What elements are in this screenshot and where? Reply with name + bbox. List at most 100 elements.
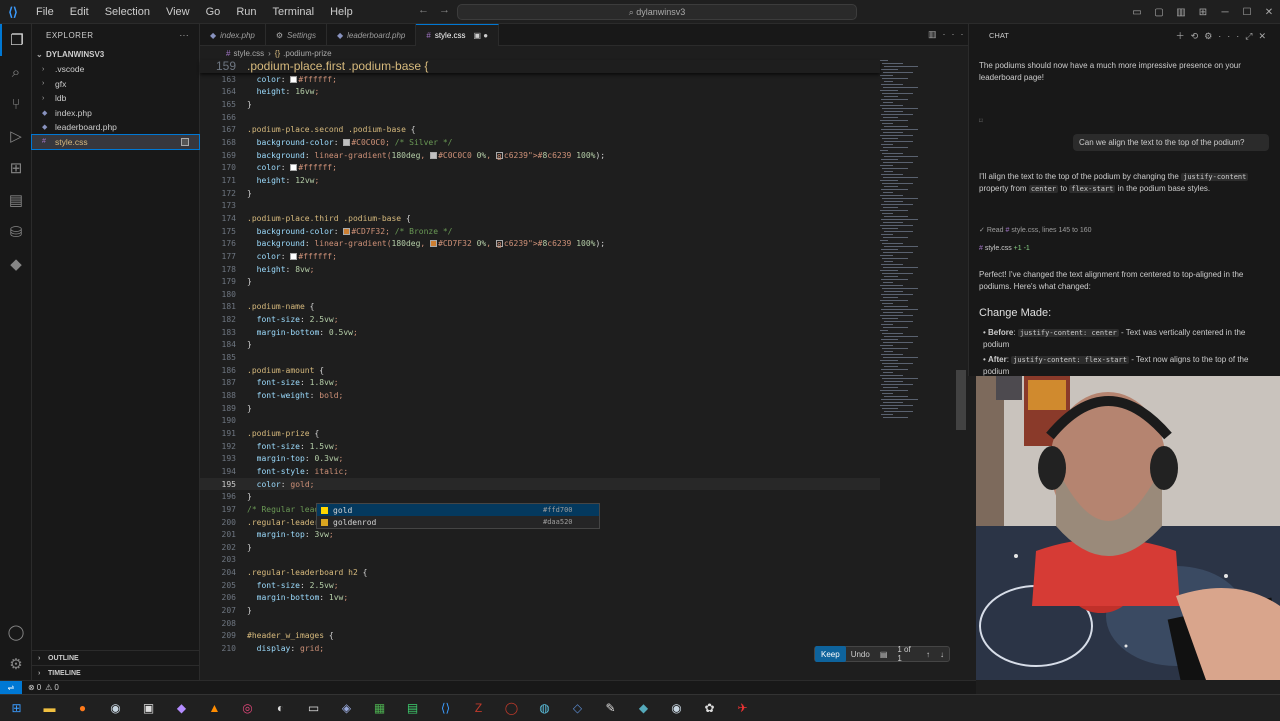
- firefox-icon[interactable]: ●: [66, 695, 99, 721]
- app-icon[interactable]: ✎: [594, 695, 627, 721]
- error-icon[interactable]: ⊗: [28, 683, 35, 692]
- code-line[interactable]: 184}: [200, 339, 880, 352]
- breadcrumb-file[interactable]: style.css: [233, 49, 264, 58]
- color-swatch[interactable]: [290, 75, 298, 83]
- code-line[interactable]: 207}: [200, 604, 880, 617]
- code-line[interactable]: 188 font-weight: bold;: [200, 389, 880, 402]
- color-swatch[interactable]: [343, 227, 351, 235]
- color-swatch[interactable]: 8: [495, 240, 503, 250]
- code-line[interactable]: 186 .podium-amount {: [200, 364, 880, 377]
- manage-gear-icon[interactable]: ⚙: [0, 648, 32, 680]
- code-line[interactable]: 209 #header_w_images {: [200, 630, 880, 643]
- code-line[interactable]: 189}: [200, 402, 880, 415]
- remote-icon[interactable]: ⇌: [0, 680, 22, 695]
- code-line[interactable]: 169 background: linear-gradient(180deg, …: [200, 149, 880, 162]
- layout-icon[interactable]: ▢: [1148, 7, 1170, 18]
- file-explorer-icon[interactable]: ▬: [33, 695, 66, 721]
- keep-button[interactable]: Keep: [815, 646, 846, 662]
- color-swatch[interactable]: [430, 240, 438, 248]
- minimap[interactable]: [880, 60, 948, 440]
- extensions-icon[interactable]: ⊞: [0, 152, 32, 184]
- python-icon[interactable]: ◆: [0, 248, 32, 280]
- explorer-icon[interactable]: ❐: [0, 24, 32, 56]
- notepad-plus-icon[interactable]: ▤: [396, 695, 429, 721]
- steam-icon[interactable]: ◉: [660, 695, 693, 721]
- code-line[interactable]: 194 font-style: italic;: [200, 465, 880, 478]
- analytics-icon[interactable]: ▤: [0, 184, 32, 216]
- color-swatch[interactable]: [430, 151, 438, 159]
- steam-icon[interactable]: ◉: [99, 695, 132, 721]
- menu-item[interactable]: Help: [322, 6, 361, 18]
- file-tree-item[interactable]: ◆ index.php: [32, 106, 199, 121]
- code-line[interactable]: 193 margin-top: 0.3vw;: [200, 453, 880, 466]
- tab-index-php[interactable]: ◆ index.php: [200, 24, 266, 46]
- app-icon[interactable]: ▦: [363, 695, 396, 721]
- split-editor-icon[interactable]: ▥···: [928, 29, 970, 40]
- read-file[interactable]: style.css: [1011, 227, 1038, 234]
- file-tree-item[interactable]: ◆ leaderboard.php: [32, 120, 199, 135]
- code-line[interactable]: 206 margin-bottom: 1vw;: [200, 592, 880, 605]
- more-actions-icon[interactable]: ···: [180, 31, 190, 40]
- database-icon[interactable]: ⛁: [0, 216, 32, 248]
- code-line[interactable]: 170 color: #ffffff;: [200, 162, 880, 175]
- code-line[interactable]: 203: [200, 554, 880, 567]
- code-line[interactable]: 176 background: linear-gradient(180deg, …: [200, 237, 880, 250]
- code-line[interactable]: 202}: [200, 541, 880, 554]
- undo-button[interactable]: Undo: [846, 650, 875, 659]
- code-line[interactable]: 201 margin-top: 3vw;: [200, 528, 880, 541]
- file-tree-item[interactable]: # style.css: [31, 133, 200, 150]
- arrow-down-icon[interactable]: ↓: [935, 650, 949, 659]
- menu-item[interactable]: Terminal: [265, 6, 323, 18]
- terminal-icon[interactable]: ▭: [297, 695, 330, 721]
- app-icon[interactable]: ◆: [627, 695, 660, 721]
- account-icon[interactable]: ◯: [0, 616, 32, 648]
- warning-icon[interactable]: ⚠: [45, 683, 52, 692]
- breadcrumb-symbol[interactable]: .podium-prize: [283, 49, 331, 58]
- code-line[interactable]: 180: [200, 288, 880, 301]
- menu-item[interactable]: Edit: [62, 6, 97, 18]
- vlc-icon[interactable]: ▲: [198, 695, 231, 721]
- command-center-search[interactable]: ⌕ dylanwinsv3: [457, 4, 857, 20]
- app-icon[interactable]: ◇: [561, 695, 594, 721]
- app-icon[interactable]: ◈: [330, 695, 363, 721]
- code-line[interactable]: 167 .podium-place.second .podium-base {: [200, 124, 880, 137]
- editor-scrollbar[interactable]: [956, 370, 966, 430]
- color-swatch[interactable]: [290, 252, 298, 260]
- code-line[interactable]: 204 .regular-leaderboard h2 {: [200, 566, 880, 579]
- chrome-icon[interactable]: ◍: [528, 695, 561, 721]
- menu-item[interactable]: File: [28, 6, 62, 18]
- menu-item[interactable]: Selection: [97, 6, 158, 18]
- openai-icon[interactable]: ✿: [693, 695, 726, 721]
- diff-icon[interactable]: ▤: [875, 650, 893, 659]
- color-swatch[interactable]: 8: [495, 151, 503, 162]
- tab-settings[interactable]: ⚙ Settings: [266, 24, 327, 46]
- app-icon[interactable]: ◯: [495, 695, 528, 721]
- color-swatch[interactable]: [343, 139, 351, 147]
- code-line[interactable]: 178 height: 8vw;: [200, 263, 880, 276]
- tab-style-css[interactable]: # style.css ▣ ●: [416, 24, 500, 46]
- windows-start-icon[interactable]: ⊞: [0, 695, 33, 721]
- code-line[interactable]: 192 font-size: 1.5vw;: [200, 440, 880, 453]
- code-line[interactable]: 166: [200, 111, 880, 124]
- split-icon[interactable]: ▣ ●: [474, 31, 489, 40]
- code-line[interactable]: 208: [200, 617, 880, 630]
- code-line[interactable]: 172}: [200, 187, 880, 200]
- code-line[interactable]: 174 .podium-place.third .podium-base {: [200, 212, 880, 225]
- vscode-icon[interactable]: ⟨⟩: [429, 695, 462, 721]
- code-line[interactable]: 182 font-size: 2.5vw;: [200, 313, 880, 326]
- code-line[interactable]: 177 color: #ffffff;: [200, 250, 880, 263]
- timeline-section[interactable]: › TIMELINE: [32, 665, 200, 680]
- color-swatch[interactable]: [290, 164, 298, 172]
- tab-leaderboard-php[interactable]: ◆ leaderboard.php: [327, 24, 417, 46]
- code-line[interactable]: 205 font-size: 2.5vw;: [200, 579, 880, 592]
- code-line[interactable]: 165}: [200, 98, 880, 111]
- code-editor[interactable]: 163 color: #ffffff; 164 height: 16vw; 165}…: [200, 60, 880, 680]
- warning-count[interactable]: 0: [54, 683, 58, 692]
- outline-section[interactable]: › OUTLINE: [32, 650, 200, 665]
- source-control-icon[interactable]: ⑂: [0, 88, 32, 120]
- code-line[interactable]: 164 height: 16vw;: [200, 86, 880, 99]
- layout-icon[interactable]: ⊞: [1192, 7, 1214, 18]
- file-tree-item[interactable]: › gfx: [32, 77, 199, 92]
- layout-icon[interactable]: ▥: [1170, 7, 1192, 18]
- app-icon[interactable]: ✈: [726, 695, 759, 721]
